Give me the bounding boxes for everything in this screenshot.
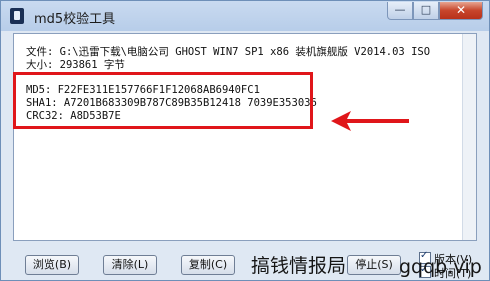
sha1-line: SHA1: A7201B683309B787C89B35B12418 7039E… [26,97,317,109]
modified-time-line: 修改时间: 2014/03/07 11:22 [26,70,182,75]
browse-button[interactable]: 浏览(B) [25,255,79,275]
close-button[interactable]: ✕ [439,2,483,20]
red-arrow-icon [331,111,409,131]
watermark-text: 搞钱情报局 [251,255,347,277]
app-window: md5校验工具 — □ ✕ 文件: G:\迅雷下载\电脑公司 GHOST WIN… [0,0,490,281]
result-textarea[interactable]: 文件: G:\迅雷下载\电脑公司 GHOST WIN7 SP1 x86 装机旗舰… [13,33,477,241]
stop-button[interactable]: 停止(S) [347,255,401,275]
app-icon [10,8,24,24]
minimize-button[interactable]: — [387,2,413,20]
vertical-scrollbar[interactable] [462,34,476,240]
clear-button[interactable]: 清除(L) [103,255,157,275]
crc32-line: CRC32: A8D53B7E [26,110,121,122]
maximize-button[interactable]: □ [413,2,439,20]
watermark-site: gqqb.vip [399,256,482,278]
title-bar[interactable]: md5校验工具 — □ ✕ [1,1,489,31]
window-title: md5校验工具 [34,12,116,27]
md5-line: MD5: F22FE311E157766F1F12068AB6940FC1 [26,84,260,96]
copy-button[interactable]: 复制(C) [181,255,235,275]
